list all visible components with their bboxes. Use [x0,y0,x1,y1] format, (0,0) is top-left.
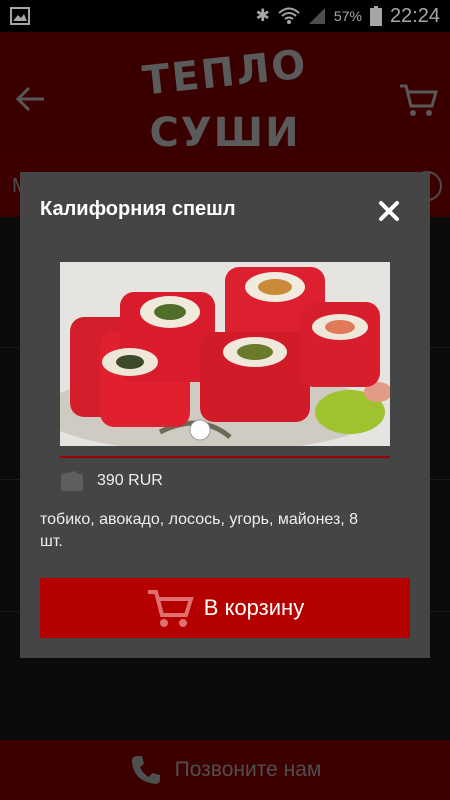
product-price: 390 RUR [97,472,163,489]
close-icon[interactable] [378,200,400,222]
divider-line [60,456,390,458]
product-dialog: Калифорния спешл 390 RUR тобико, авокадо… [20,172,430,658]
sushi-photo [60,262,390,446]
product-description: тобико, авокадо, лосось, угорь, майонез,… [40,511,359,550]
cart-icon [147,590,194,627]
add-to-cart-button[interactable]: В корзину [40,578,410,638]
wallet-icon [61,471,83,491]
product-title: Калифорния спешл [40,198,236,220]
product-image [60,262,390,446]
add-to-cart-label: В корзину [203,595,305,620]
